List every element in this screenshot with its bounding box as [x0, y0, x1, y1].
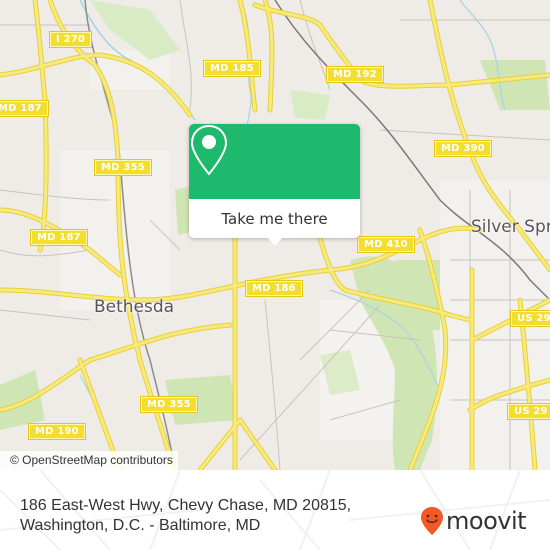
road-shield-md185: MD 185	[203, 60, 261, 77]
road-shield-md190: MD 190	[28, 423, 86, 440]
map-attribution[interactable]: © OpenStreetMap contributors	[0, 451, 178, 470]
address-line-1: 186 East-West Hwy, Chevy Chase, MD 20815…	[20, 497, 352, 514]
moovit-pin-icon	[421, 507, 443, 535]
road-shield-us29: US 29	[510, 310, 550, 327]
road-shield-md355: MD 355	[94, 159, 152, 176]
take-me-there-button[interactable]: Take me there	[189, 199, 360, 238]
address: 186 East-West Hwy, Chevy Chase, MD 20815…	[20, 496, 351, 536]
popup-pin-area[interactable]	[189, 124, 360, 199]
popup-tail	[267, 237, 283, 246]
road-shield-md390: MD 390	[434, 140, 492, 157]
map-view[interactable]: I 270 MD 187 MD 185 MD 192 MD 355 MD 390…	[0, 0, 550, 470]
footer: 186 East-West Hwy, Chevy Chase, MD 20815…	[0, 470, 550, 550]
moovit-logo[interactable]: moovit	[420, 506, 527, 536]
address-line-2: Washington, D.C. - Baltimore, MD	[20, 517, 261, 534]
road-shield-md192: MD 192	[326, 66, 384, 83]
moovit-wordmark: moovit	[446, 507, 527, 535]
place-label-bethesda: Bethesda	[94, 297, 175, 317]
park-area	[480, 60, 550, 110]
park-area	[0, 370, 45, 430]
road-shield-md187: MD 187	[30, 229, 88, 246]
park-area	[290, 90, 330, 120]
road-shield-md355: MD 355	[140, 396, 198, 413]
location-popup: Take me there	[189, 124, 360, 246]
road-shield-md187: MD 187	[0, 100, 49, 117]
road-shield-md410: MD 410	[357, 236, 415, 253]
location-pin-icon	[190, 124, 228, 176]
place-label-silver-spring: Silver Spr	[471, 217, 550, 237]
road-shield-us29: US 29	[507, 403, 550, 420]
road-shield-i270: I 270	[48, 31, 93, 48]
road-shield-md186: MD 186	[245, 280, 303, 297]
